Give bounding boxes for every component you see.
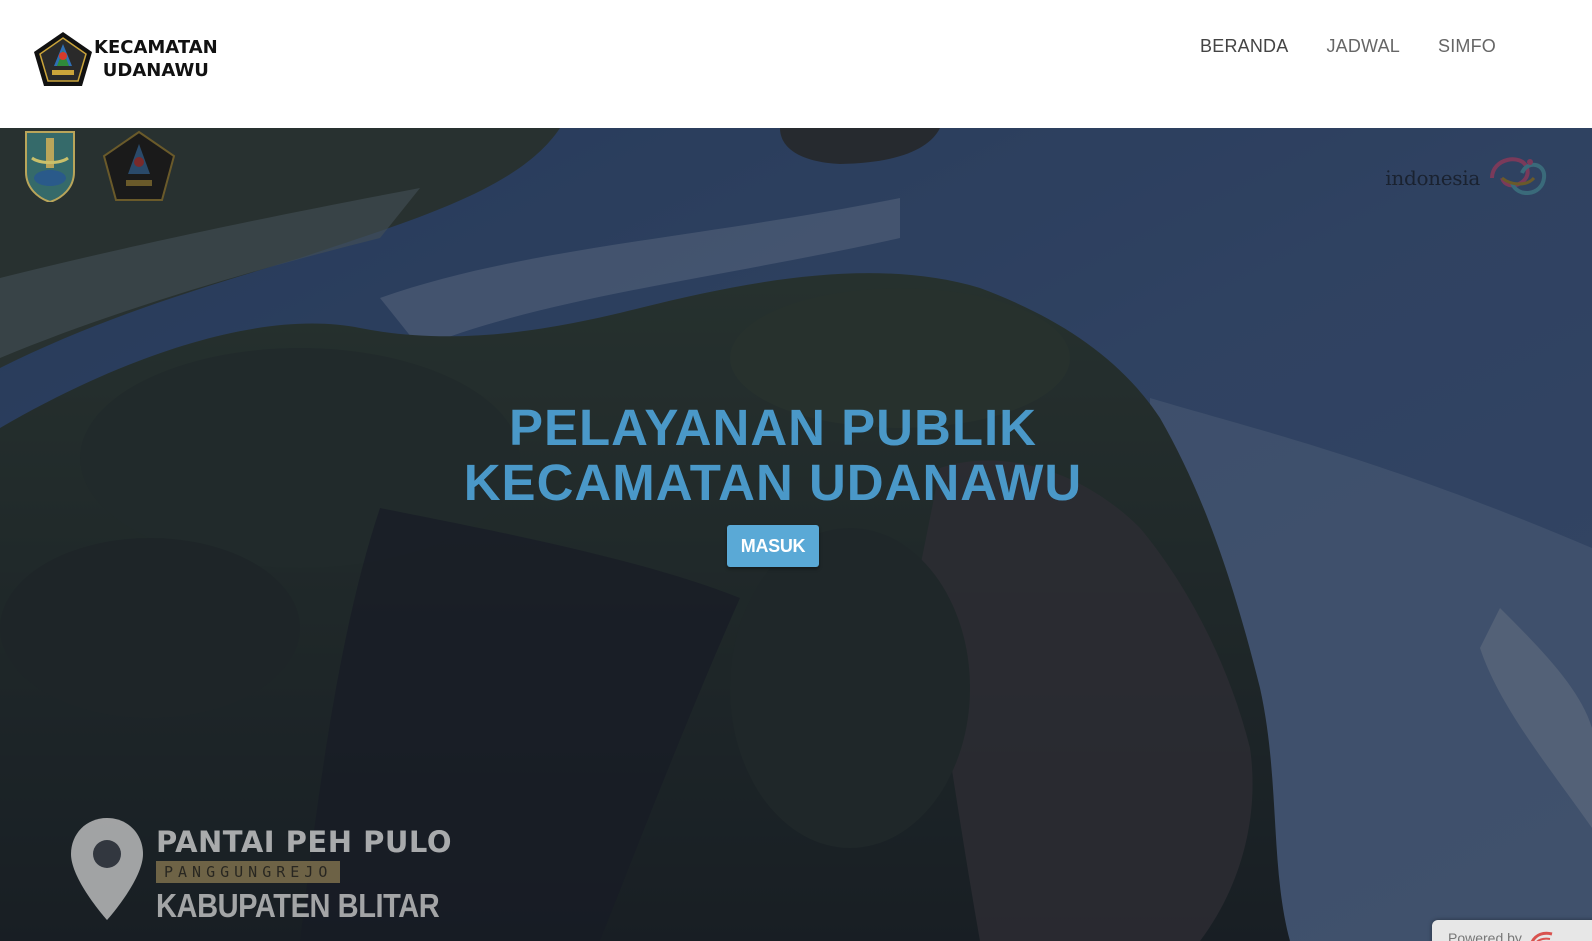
navbar: KECAMATAN UDANAWU BERANDA JADWAL SIMFO (0, 0, 1592, 128)
location-watermark: PANTAI PEH PULO PANGGUNGREJO KABUPATEN B… (68, 816, 478, 924)
location-pin-icon (71, 818, 143, 920)
brand-line-2: UDANAWU (102, 60, 209, 81)
nav-simfo[interactable]: SIMFO (1438, 36, 1496, 57)
hero-title-line-2: KECAMATAN UDANAWU (463, 454, 1083, 511)
hero-title: PELAYANAN PUBLIK KECAMATAN UDANAWU (0, 400, 1546, 510)
hero-section: indonesia PELAYANAN PUBLIK KECAMATAN UDA… (0, 128, 1592, 941)
provider-logo-icon (1530, 931, 1553, 941)
wonderful-indonesia-swirl-icon (1490, 157, 1547, 195)
partner-logo-text: indonesia (1385, 166, 1480, 190)
location-village: PANGGUNGREJO (156, 861, 341, 883)
wonderful-indonesia-logo: indonesia (1385, 148, 1552, 208)
main-nav: BERANDA JADWAL SIMFO (1200, 36, 1496, 57)
location-regency: KABUPATEN BLITAR (156, 887, 440, 924)
hero-title-line-1: PELAYANAN PUBLIK (509, 399, 1037, 456)
location-title: PANTAI PEH PULO (156, 825, 452, 859)
location-text: PANTAI PEH PULO PANGGUNGREJO KABUPATEN B… (156, 826, 478, 924)
hero-top-logos (22, 128, 176, 202)
brand-line-1: KECAMATAN (94, 37, 218, 58)
jatim-emblem-icon (25, 131, 75, 202)
blitar-emblem-icon (34, 32, 92, 86)
powered-by-badge[interactable]: Powered by (1432, 920, 1592, 941)
masuk-button[interactable]: MASUK (727, 525, 819, 567)
powered-by-text: Powered by (1448, 930, 1522, 941)
blitar-emblem-icon (102, 130, 176, 201)
nav-jadwal[interactable]: JADWAL (1326, 36, 1400, 57)
nav-beranda[interactable]: BERANDA (1200, 36, 1288, 57)
brand-name: KECAMATAN UDANAWU (94, 36, 218, 82)
brand-logo-link[interactable]: KECAMATAN UDANAWU (32, 30, 218, 88)
